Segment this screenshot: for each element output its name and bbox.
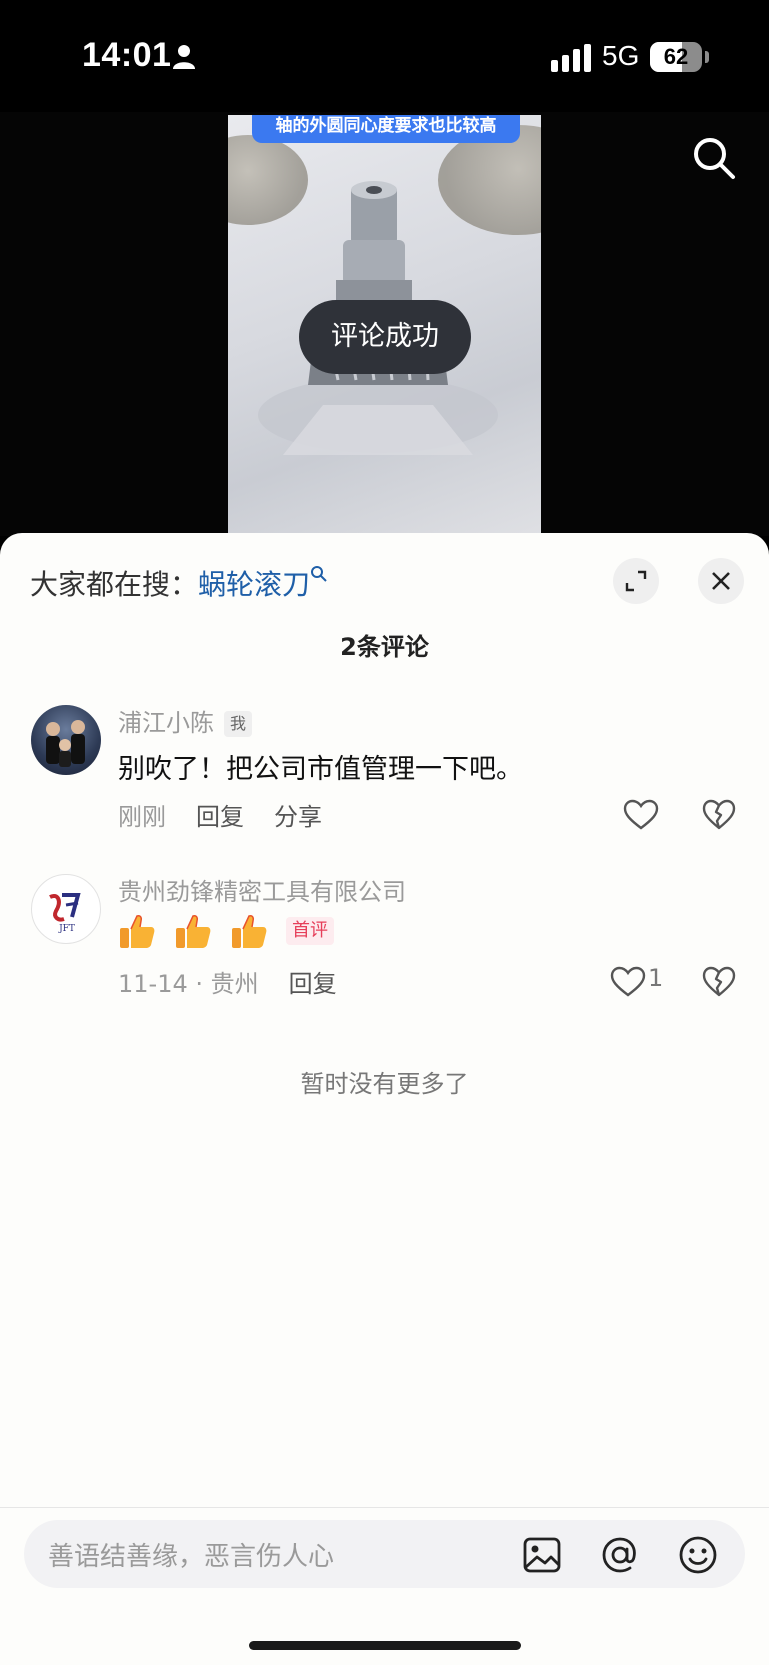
status-bar: 14:01 5G 62 (0, 0, 769, 112)
username-text[interactable]: 浦江小陈 (118, 709, 214, 737)
share-button[interactable]: 分享 (274, 803, 322, 831)
comment-emoji-row[interactable]: 首评 (118, 912, 334, 950)
company-logo: JFT (49, 893, 81, 934)
like-icon[interactable] (623, 799, 659, 831)
close-icon (712, 572, 730, 590)
thumbs-up-icon (120, 915, 155, 948)
emoji-icon[interactable] (678, 1535, 718, 1575)
dislike-icon[interactable] (702, 799, 736, 831)
logo-text: JFT (58, 924, 75, 934)
avatar[interactable] (31, 705, 101, 775)
search-icon[interactable] (692, 136, 736, 180)
thumbs-up-icon (232, 915, 267, 948)
comment-meta: 刚刚 回复 分享 (118, 797, 322, 832)
comment-meta: 11-14 · 贵州 回复 (118, 964, 337, 999)
home-indicator[interactable] (249, 1641, 521, 1650)
avatar[interactable]: JFT (31, 874, 101, 944)
toast-message: 评论成功 (299, 300, 471, 374)
hot-search-prefix: 大家都在搜： (30, 568, 199, 601)
first-comment-badge: 首评 (286, 917, 334, 945)
image-icon[interactable] (522, 1535, 562, 1575)
comment-username[interactable]: 贵州劲锋精密工具有限公司 (118, 872, 406, 907)
hot-search-keyword[interactable]: 蜗轮滚刀 (198, 568, 310, 601)
expand-button[interactable] (613, 558, 659, 604)
status-time: 14:01 (82, 36, 172, 74)
family-photo (46, 720, 85, 767)
comment-sheet: 大家都在搜：蜗轮滚刀 2条评论 浦江小陈我 别吹了！把公司市值管理一下吧。 刚刚… (0, 533, 769, 1665)
dislike-icon[interactable] (702, 966, 736, 998)
me-badge: 我 (224, 711, 253, 737)
network-label: 5G (602, 40, 640, 71)
no-more-text: 暂时没有更多了 (300, 1070, 469, 1098)
comment-count: 2条评论 (340, 633, 429, 661)
close-button[interactable] (698, 558, 744, 604)
battery-cap (705, 51, 709, 63)
comment-input-placeholder[interactable]: 善语结善缘，恶言伤人心 (48, 1536, 334, 1573)
like-count: 1 (648, 964, 664, 992)
comment-input[interactable]: 善语结善缘，恶言伤人心 (24, 1520, 745, 1588)
video-player[interactable]: 轴的外圆同心度要求也比较高 评论成功 (0, 112, 769, 536)
thumbs-up-icon (176, 915, 211, 948)
divider (0, 1507, 769, 1508)
comment-time-location: 11-14 · 贵州 (118, 970, 259, 998)
reply-button[interactable]: 回复 (196, 803, 244, 831)
expand-icon (625, 570, 647, 592)
like-icon[interactable] (610, 966, 646, 998)
comment-time: 刚刚 (118, 803, 166, 831)
mention-icon[interactable] (600, 1535, 640, 1575)
battery-icon: 62 (650, 42, 702, 72)
reply-button[interactable]: 回复 (289, 970, 337, 998)
hot-search-bar[interactable]: 大家都在搜：蜗轮滚刀 (30, 563, 328, 603)
comment-text[interactable]: 别吹了！把公司市值管理一下吧。 (118, 747, 523, 786)
battery-level: 62 (663, 44, 689, 69)
search-icon (311, 566, 327, 582)
video-caption: 轴的外圆同心度要求也比较高 (252, 115, 520, 143)
signal-icon (551, 44, 591, 72)
comment-item: 浦江小陈我 别吹了！把公司市值管理一下吧。 刚刚 回复 分享 (0, 705, 769, 855)
person-icon (173, 45, 195, 69)
comment-username[interactable]: 浦江小陈我 (118, 703, 253, 738)
comment-item: JFT 贵州劲锋精密工具有限公司 首评 11-14 · 贵州 回复 1 (0, 874, 769, 1024)
